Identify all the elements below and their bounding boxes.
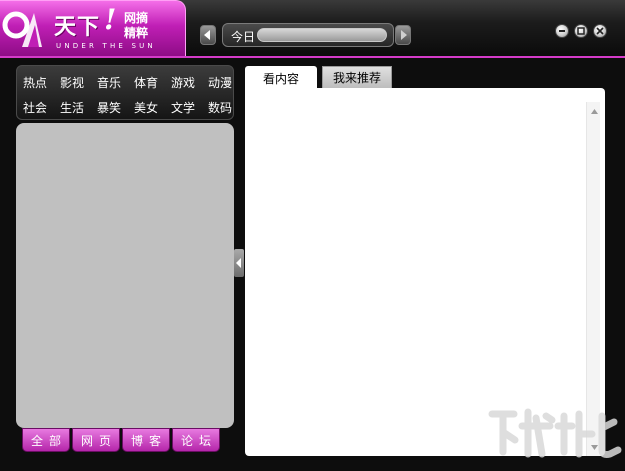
category-society[interactable]: 社会 xyxy=(23,99,47,116)
arrow-left-icon xyxy=(204,30,210,40)
close-button[interactable] xyxy=(593,24,607,38)
category-literature[interactable]: 文学 xyxy=(171,99,195,116)
title-bar[interactable]: 天下 ! 网摘 精粹 UNDER THE SUN 今日 xyxy=(0,0,625,56)
minimize-icon xyxy=(559,30,565,32)
date-selector[interactable]: 今日 xyxy=(222,23,394,47)
tab-view-content[interactable]: 看内容 xyxy=(245,66,317,90)
category-menu: 热点 影视 音乐 体育 游戏 动漫 社会 生活 暴笑 美女 文学 数码 xyxy=(16,65,234,120)
previous-button[interactable] xyxy=(200,25,216,45)
category-games[interactable]: 游戏 xyxy=(171,74,195,91)
category-music[interactable]: 音乐 xyxy=(97,74,121,91)
app-window: 天下 ! 网摘 精粹 UNDER THE SUN 今日 热点 影视 音乐 体育 … xyxy=(0,0,625,471)
next-button[interactable] xyxy=(395,25,411,45)
left-panel: 热点 影视 音乐 体育 游戏 动漫 社会 生活 暴笑 美女 文学 数码 xyxy=(16,65,234,428)
logo-title: 天下 xyxy=(54,14,101,40)
panel-splitter[interactable] xyxy=(234,249,244,277)
scroll-up-icon xyxy=(590,108,598,114)
close-icon xyxy=(596,27,604,35)
tab-webpage[interactable]: 网页 xyxy=(72,428,120,452)
logo-exclamation: ! xyxy=(104,3,117,36)
arrow-right-icon xyxy=(401,30,407,40)
tab-recommend[interactable]: 我来推荐 xyxy=(322,66,392,88)
restore-button[interactable] xyxy=(574,24,588,38)
category-life[interactable]: 生活 xyxy=(60,99,84,116)
logo-line-1: 网摘 xyxy=(124,11,149,25)
logo-subtitle: UNDER THE SUN xyxy=(56,42,156,50)
category-hot[interactable]: 热点 xyxy=(23,74,47,91)
minimize-button[interactable] xyxy=(555,24,569,38)
category-sports[interactable]: 体育 xyxy=(134,74,158,91)
tab-forum[interactable]: 论坛 xyxy=(172,428,220,452)
date-slider-track[interactable] xyxy=(257,28,387,42)
category-anime[interactable]: 动漫 xyxy=(208,74,232,91)
tab-all[interactable]: 全部 xyxy=(22,428,70,452)
item-list[interactable] xyxy=(16,123,234,428)
restore-icon xyxy=(577,27,585,35)
category-funny[interactable]: 暴笑 xyxy=(97,99,121,116)
content-view[interactable] xyxy=(245,88,605,456)
collapse-panel-icon xyxy=(236,258,241,268)
watermark-logo xyxy=(488,408,622,458)
vertical-scrollbar[interactable] xyxy=(586,102,600,456)
category-beauty[interactable]: 美女 xyxy=(134,99,158,116)
title-divider xyxy=(0,56,625,58)
today-label: 今日 xyxy=(231,30,256,44)
scroll-up-button[interactable] xyxy=(587,104,601,118)
app-logo: 天下 ! 网摘 精粹 UNDER THE SUN xyxy=(0,0,186,56)
logo-line-2: 精粹 xyxy=(124,26,149,40)
category-digital[interactable]: 数码 xyxy=(208,99,232,116)
logo-mark-icon xyxy=(2,11,42,47)
category-film[interactable]: 影视 xyxy=(60,74,84,91)
tab-blog[interactable]: 博客 xyxy=(122,428,170,452)
